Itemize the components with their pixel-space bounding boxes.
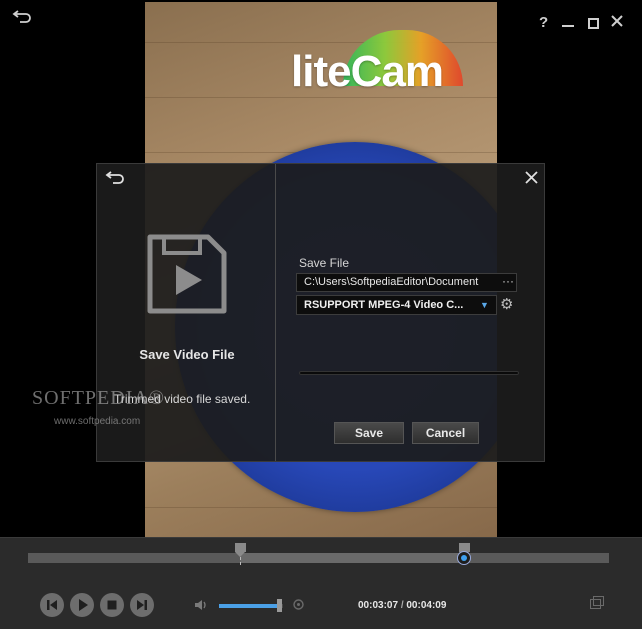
trim-start-handle[interactable] [234,543,246,557]
dialog-title: Save Video File [139,347,235,362]
volume-icon[interactable] [194,599,208,614]
codec-select[interactable]: RSUPPORT MPEG-4 Video C... [296,295,497,315]
help-button[interactable]: ? [539,15,548,31]
chevron-down-icon[interactable]: ▼ [480,298,489,312]
volume-slider-knob[interactable] [276,599,282,612]
dialog-close-icon[interactable] [525,169,538,189]
save-button[interactable]: Save [334,422,404,444]
wood-grain [145,42,497,43]
wood-grain [145,97,497,98]
litecam-player-window: liteCam ? Save Video File Trimmed video … [0,0,642,629]
timeline-selection [240,553,465,563]
dialog-back-icon[interactable] [105,170,125,188]
close-icon[interactable] [611,15,623,31]
save-path-field[interactable]: C:\Users\SoftpediaEditor\Document [296,273,517,292]
softpedia-url: www.softpedia.com [54,416,141,427]
time-display: 00:03:07 / 00:04:09 [358,600,446,611]
play-icon[interactable] [70,593,94,617]
save-video-dialog: Save Video File Trimmed video file saved… [96,163,545,462]
window-mode-icon[interactable] [590,596,604,609]
volume-slider-fill [219,604,280,608]
save-file-label: Save File [299,256,350,270]
browse-path-button[interactable]: ··· [502,273,514,290]
trim-start-line [240,557,242,565]
maximize-icon[interactable] [588,17,599,33]
player-control-bar: 00:03:07 / 00:04:09 [0,537,642,629]
current-time: 00:03:07 [358,600,399,611]
total-time: 00:04:09 [406,600,447,611]
save-video-file-icon [147,234,227,314]
next-icon[interactable] [130,593,154,617]
litecam-logo: liteCam [291,47,444,96]
audio-settings-icon[interactable] [292,598,305,614]
softpedia-watermark: SOFTPEDIA® [32,387,165,409]
previous-icon[interactable] [40,593,64,617]
gear-icon[interactable]: ⚙ [500,296,513,313]
cancel-button[interactable]: Cancel [412,422,479,444]
save-progress-bar [299,371,519,375]
minimize-icon[interactable] [562,15,574,31]
stop-icon[interactable] [100,593,124,617]
back-arrow-icon[interactable] [12,9,32,27]
time-separator: / [400,600,404,611]
dialog-divider [275,164,276,461]
